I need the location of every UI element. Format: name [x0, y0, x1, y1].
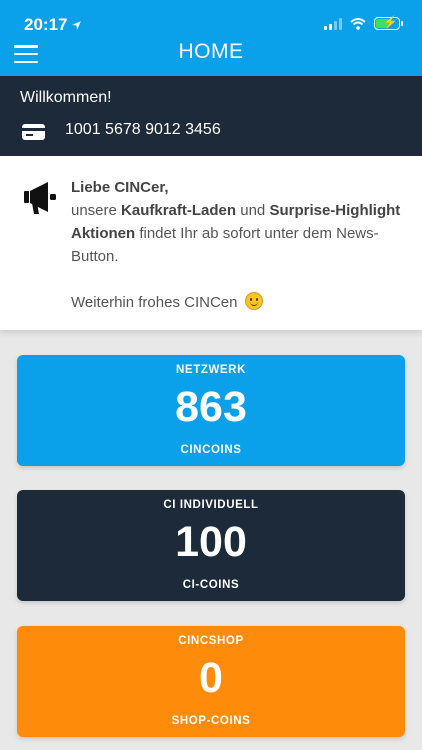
tile-value: 100	[175, 518, 247, 566]
location-arrow-icon	[72, 20, 82, 30]
megaphone-icon	[24, 182, 56, 214]
notice-closing-text: Weiterhin frohes CINCen	[71, 294, 238, 311]
credit-card-icon	[22, 124, 45, 140]
status-time-text: 20:17	[24, 15, 68, 34]
tile-value: 0	[199, 654, 223, 702]
tile-value: 863	[175, 383, 247, 431]
notice-greeting: Liebe CINCer,	[71, 179, 169, 196]
status-time: 20:17	[24, 15, 82, 35]
tile-label: CINCSHOP	[178, 635, 244, 647]
tile-unit: CI-COINS	[182, 579, 240, 591]
page-title: HOME	[178, 40, 244, 63]
wifi-icon	[350, 17, 366, 30]
tile-cincshop[interactable]: CINCSHOP 0 SHOP-COINS	[17, 626, 405, 737]
battery-icon: ⚡	[374, 15, 403, 30]
tile-label: CI INDIVIDUELL	[163, 499, 259, 511]
tile-ci-individuell[interactable]: CI INDIVIDUELL 100 CI-COINS	[17, 490, 405, 601]
notice-connector: und	[240, 202, 266, 219]
card-number: 1001 5678 9012 3456	[65, 121, 221, 138]
signal-icon	[324, 17, 342, 30]
tile-unit: CINCOINS	[180, 444, 242, 456]
tile-netzwerk[interactable]: NETZWERK 863 CINCOINS	[17, 355, 405, 466]
news-notice: Liebe CINCer, unsere Kaufkraft-Laden und…	[0, 156, 422, 330]
smiley-icon	[244, 292, 263, 310]
notice-highlight-kaufkraft: Kaufkraft-Laden	[121, 202, 237, 219]
tile-unit: SHOP-COINS	[171, 715, 251, 727]
notice-message: Liebe CINCer, unsere Kaufkraft-Laden und…	[71, 176, 401, 314]
notice-line-prefix: unsere	[71, 202, 117, 219]
app-header: 20:17 ⚡ HOME	[0, 0, 422, 76]
welcome-text: Willkommen!	[20, 89, 112, 106]
user-info-panel: Willkommen! 1001 5678 9012 3456	[0, 76, 422, 156]
tile-label: NETZWERK	[176, 364, 246, 376]
status-indicators: ⚡	[324, 15, 403, 30]
